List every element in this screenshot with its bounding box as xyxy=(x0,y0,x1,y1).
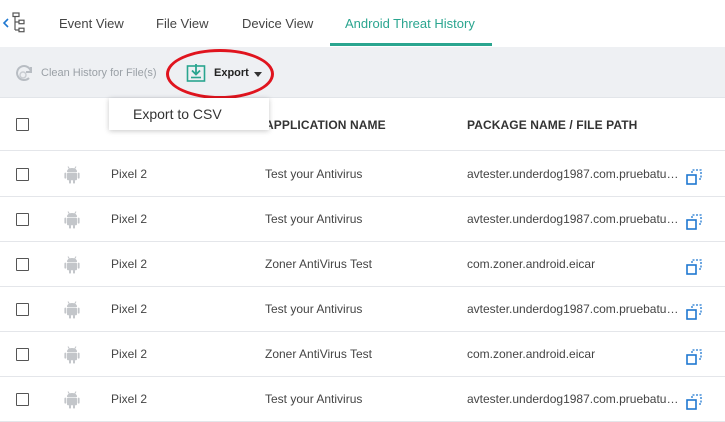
export-dropdown-menu: Export to CSV xyxy=(109,98,269,130)
tree-view-icon xyxy=(2,12,25,33)
row-checkbox[interactable] xyxy=(16,303,29,316)
application-name: Zoner AntiVirus Test xyxy=(265,347,372,361)
copy-path-icon[interactable] xyxy=(686,349,702,365)
package-name: avtester.underdog1987.com.pruebatuantivi… xyxy=(467,302,685,316)
device-name: Pixel 2 xyxy=(111,392,148,406)
row-checkbox[interactable] xyxy=(16,393,29,406)
application-name: Test your Antivirus xyxy=(265,302,363,316)
package-name: avtester.underdog1987.com.pruebatuantivi… xyxy=(467,392,685,406)
table-row[interactable]: Pixel 2 Zoner AntiVirus Test com.zoner.a… xyxy=(0,242,725,287)
column-application-name[interactable]: APPLICATION NAME xyxy=(265,118,386,132)
application-name: Test your Antivirus xyxy=(265,392,363,406)
android-icon xyxy=(64,346,80,364)
copy-path-icon[interactable] xyxy=(686,304,702,320)
application-name: Test your Antivirus xyxy=(265,167,363,181)
android-icon xyxy=(64,256,80,274)
android-icon xyxy=(64,391,80,409)
device-name: Pixel 2 xyxy=(111,212,148,226)
device-name: Pixel 2 xyxy=(111,257,148,271)
refresh-clean-icon xyxy=(16,65,32,81)
copy-path-icon[interactable] xyxy=(686,214,702,230)
row-checkbox[interactable] xyxy=(16,213,29,226)
package-name: com.zoner.android.eicar xyxy=(467,257,596,271)
table-row[interactable]: Pixel 2 Test your Antivirus avtester.und… xyxy=(0,377,725,422)
copy-path-icon[interactable] xyxy=(686,259,702,275)
package-name: avtester.underdog1987.com.pruebatuantivi… xyxy=(467,167,685,181)
tab-event-view[interactable]: Event View xyxy=(59,0,124,47)
table-row[interactable]: Pixel 2 Test your Antivirus avtester.und… xyxy=(0,197,725,242)
row-checkbox[interactable] xyxy=(16,258,29,271)
android-icon xyxy=(64,301,80,319)
tab-android-threat-history[interactable]: Android Threat History xyxy=(345,0,475,47)
tab-file-view[interactable]: File View xyxy=(156,0,209,47)
package-name: com.zoner.android.eicar xyxy=(467,347,596,361)
row-checkbox[interactable] xyxy=(16,348,29,361)
active-tab-indicator xyxy=(330,43,492,46)
toolbar: Clean History for File(s) Export xyxy=(0,47,725,98)
table-row[interactable]: Pixel 2 Test your Antivirus avtester.und… xyxy=(0,152,725,197)
device-name: Pixel 2 xyxy=(111,167,148,181)
table-row[interactable]: Pixel 2 Zoner AntiVirus Test com.zoner.a… xyxy=(0,332,725,377)
tab-bar: Event View File View Device View Android… xyxy=(0,0,725,47)
android-icon xyxy=(64,211,80,229)
export-to-csv-option[interactable]: Export to CSV xyxy=(133,106,222,122)
highlight-circle xyxy=(166,49,274,99)
select-all-checkbox[interactable] xyxy=(16,118,29,131)
copy-path-icon[interactable] xyxy=(686,169,702,185)
back-tree-button[interactable] xyxy=(2,10,28,36)
copy-path-icon[interactable] xyxy=(686,394,702,410)
tab-device-view[interactable]: Device View xyxy=(242,0,313,47)
device-name: Pixel 2 xyxy=(111,302,148,316)
clean-history-button[interactable]: Clean History for File(s) xyxy=(12,60,157,86)
clean-history-label: Clean History for File(s) xyxy=(41,67,157,79)
application-name: Test your Antivirus xyxy=(265,212,363,226)
device-name: Pixel 2 xyxy=(111,347,148,361)
android-icon xyxy=(64,166,80,184)
table-row[interactable]: Pixel 2 Test your Antivirus avtester.und… xyxy=(0,287,725,332)
package-name: avtester.underdog1987.com.pruebatuantivi… xyxy=(467,212,685,226)
column-package-name[interactable]: PACKAGE NAME / FILE PATH xyxy=(467,118,637,132)
row-checkbox[interactable] xyxy=(16,168,29,181)
application-name: Zoner AntiVirus Test xyxy=(265,257,372,271)
